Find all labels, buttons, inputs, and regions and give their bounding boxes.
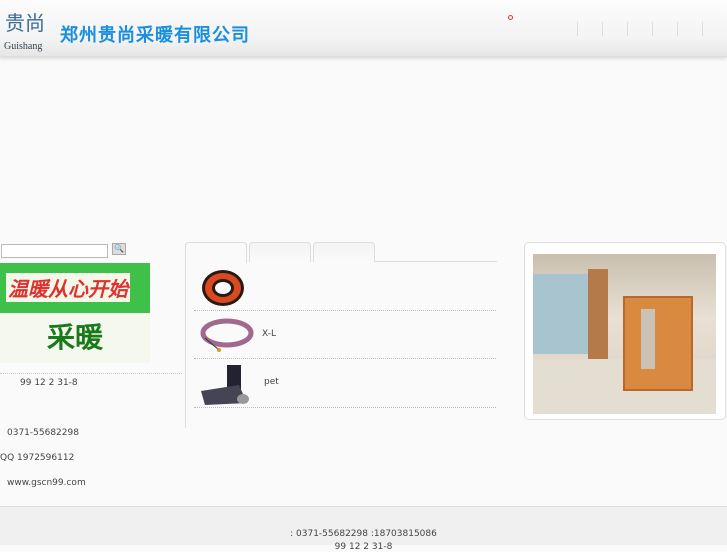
sauna-room-photo[interactable] [533,254,716,414]
product-name: pet [264,377,279,387]
footer-date: 99 12 2 31-8 [334,542,393,552]
phone: 0371-55682298 [7,428,79,438]
founded-date: 99 12 2 31-8 [20,378,78,388]
product-item[interactable]: pet [194,359,496,408]
search-input[interactable] [1,244,108,258]
product-item[interactable]: X-L [194,311,496,359]
tab-3[interactable] [313,242,375,262]
nav-item[interactable] [702,22,703,36]
heating-cable-thumbnail [202,270,244,306]
product-photo-frame [524,242,726,420]
nav-item[interactable] [627,22,628,36]
divider [0,373,182,374]
company-name: 郑州贵尚采暖有限公司 [60,25,250,46]
heating-cable-thumbnail [200,318,254,352]
footer-contact: : 0371-55682298 :18703815086 [290,529,437,539]
product-name: X-L [262,329,276,339]
banner-image[interactable]: 温暖从心开始 采暖 [0,263,150,363]
footer: : 0371-55682298 :18703815086 99 12 2 31-… [0,506,727,552]
banner-slogan: 温暖从心开始 [6,273,130,302]
search-button[interactable]: 🔍 [112,243,126,255]
logo-english: Guishang [4,41,43,52]
dot-icon [508,15,513,20]
nav-item[interactable] [677,22,678,36]
website-link[interactable]: www.gscn99.com [7,478,86,488]
nav-item[interactable] [577,22,578,36]
qq: QQ 1972596112 [0,453,75,463]
logo[interactable]: 贵尚 [5,12,45,34]
nav-item[interactable] [652,22,653,36]
header: 贵尚 Guishang 郑州贵尚采暖有限公司 [0,0,727,57]
product-item[interactable] [194,262,496,311]
tab-1[interactable] [185,242,247,263]
divider [185,262,186,428]
banner-title: 采暖 [0,313,150,363]
heating-film-thumbnail [201,365,249,405]
nav-item[interactable] [602,22,603,36]
tab-2[interactable] [249,242,311,262]
